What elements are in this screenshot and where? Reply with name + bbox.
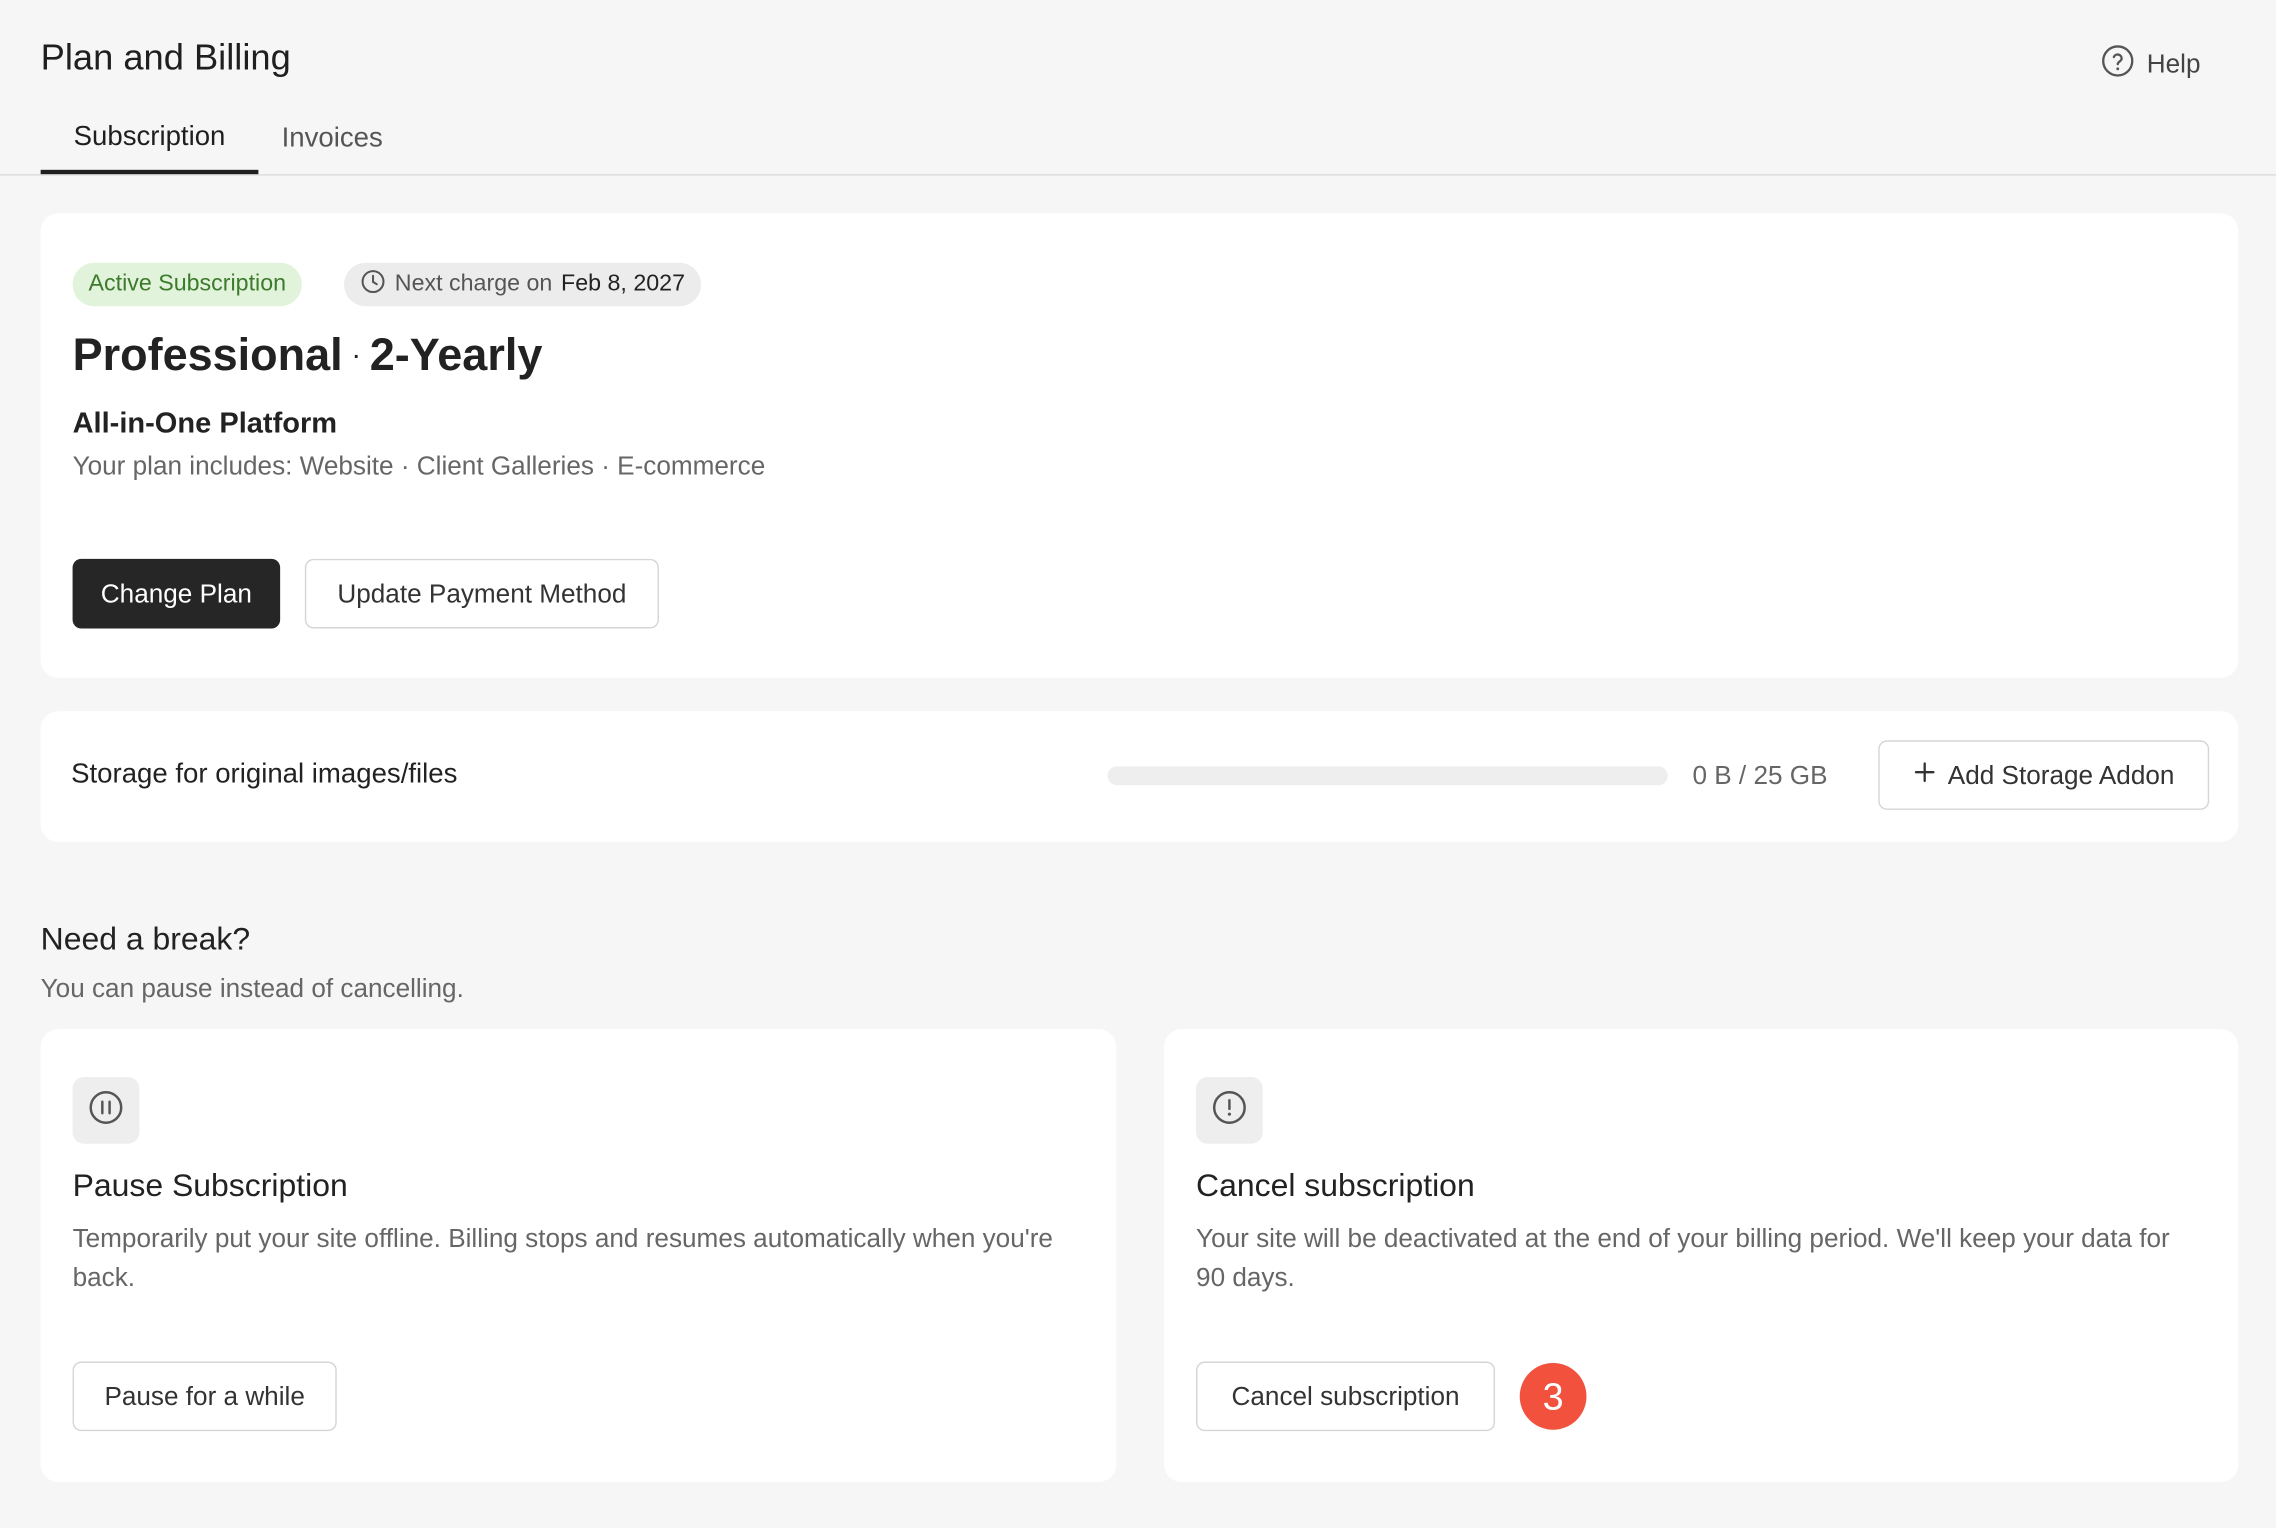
plan-period: 2-Yearly <box>369 329 543 381</box>
page-title: Plan and Billing <box>40 37 291 79</box>
alert-circle-icon <box>1211 1088 1249 1133</box>
plan-includes: Your plan includes: Website · Client Gal… <box>72 451 766 481</box>
plan-name: Professional <box>72 329 343 381</box>
change-plan-button[interactable]: Change Plan <box>72 558 281 629</box>
tab-bar: Subscription Invoices <box>0 105 2276 176</box>
storage-label: Storage for original images/files <box>71 759 458 790</box>
storage-card: Storage for original images/files 0 B / … <box>40 711 2239 842</box>
cancel-subscription-button[interactable]: Cancel subscription <box>1196 1361 1496 1432</box>
plan-separator: · <box>351 338 362 371</box>
step-badge: 3 <box>1519 1362 1587 1430</box>
plus-icon <box>1913 760 1936 790</box>
break-title: Need a break? <box>40 920 251 957</box>
question-circle-icon <box>2100 44 2135 86</box>
pause-card: Pause Subscription Temporarily put your … <box>40 1029 1117 1482</box>
help-link[interactable]: Help <box>2100 44 2201 86</box>
tab-invoices[interactable]: Invoices <box>282 105 383 175</box>
pause-button[interactable]: Pause for a while <box>72 1361 337 1432</box>
status-badge: Active Subscription <box>72 262 303 307</box>
pause-icon-box <box>72 1077 140 1144</box>
clock-icon <box>360 268 386 301</box>
pause-icon <box>87 1088 125 1133</box>
help-label: Help <box>2146 49 2201 79</box>
cancel-card-title: Cancel subscription <box>1196 1167 1475 1204</box>
subscription-card: Active Subscription Next charge on Feb 8… <box>40 213 2239 678</box>
storage-usage: 0 B / 25 GB <box>1692 760 1828 790</box>
alert-icon-box <box>1196 1077 1263 1144</box>
plan-heading: Professional · 2-Yearly <box>73 329 543 381</box>
add-storage-addon-button[interactable]: Add Storage Addon <box>1878 740 2210 810</box>
cancel-card: Cancel subscription Your site will be de… <box>1164 1029 2239 1482</box>
platform-title: All-in-One Platform <box>72 407 338 440</box>
tab-subscription[interactable]: Subscription <box>40 105 259 175</box>
add-storage-addon-label: Add Storage Addon <box>1947 759 2175 789</box>
billing-page: Plan and Billing Help Subscription Invoi… <box>0 0 2276 1528</box>
update-payment-button[interactable]: Update Payment Method <box>304 558 659 629</box>
pause-card-description: Temporarily put your site offline. Billi… <box>72 1223 1053 1292</box>
storage-progress-bar <box>1107 766 1668 786</box>
break-subtitle: You can pause instead of cancelling. <box>40 973 464 1003</box>
next-charge-badge: Next charge on Feb 8, 2027 <box>344 262 701 307</box>
next-charge-label: Next charge on <box>394 271 553 297</box>
cancel-card-description: Your site will be deactivated at the end… <box>1196 1223 2170 1292</box>
next-charge-date: Feb 8, 2027 <box>561 271 685 297</box>
pause-card-title: Pause Subscription <box>72 1167 348 1204</box>
